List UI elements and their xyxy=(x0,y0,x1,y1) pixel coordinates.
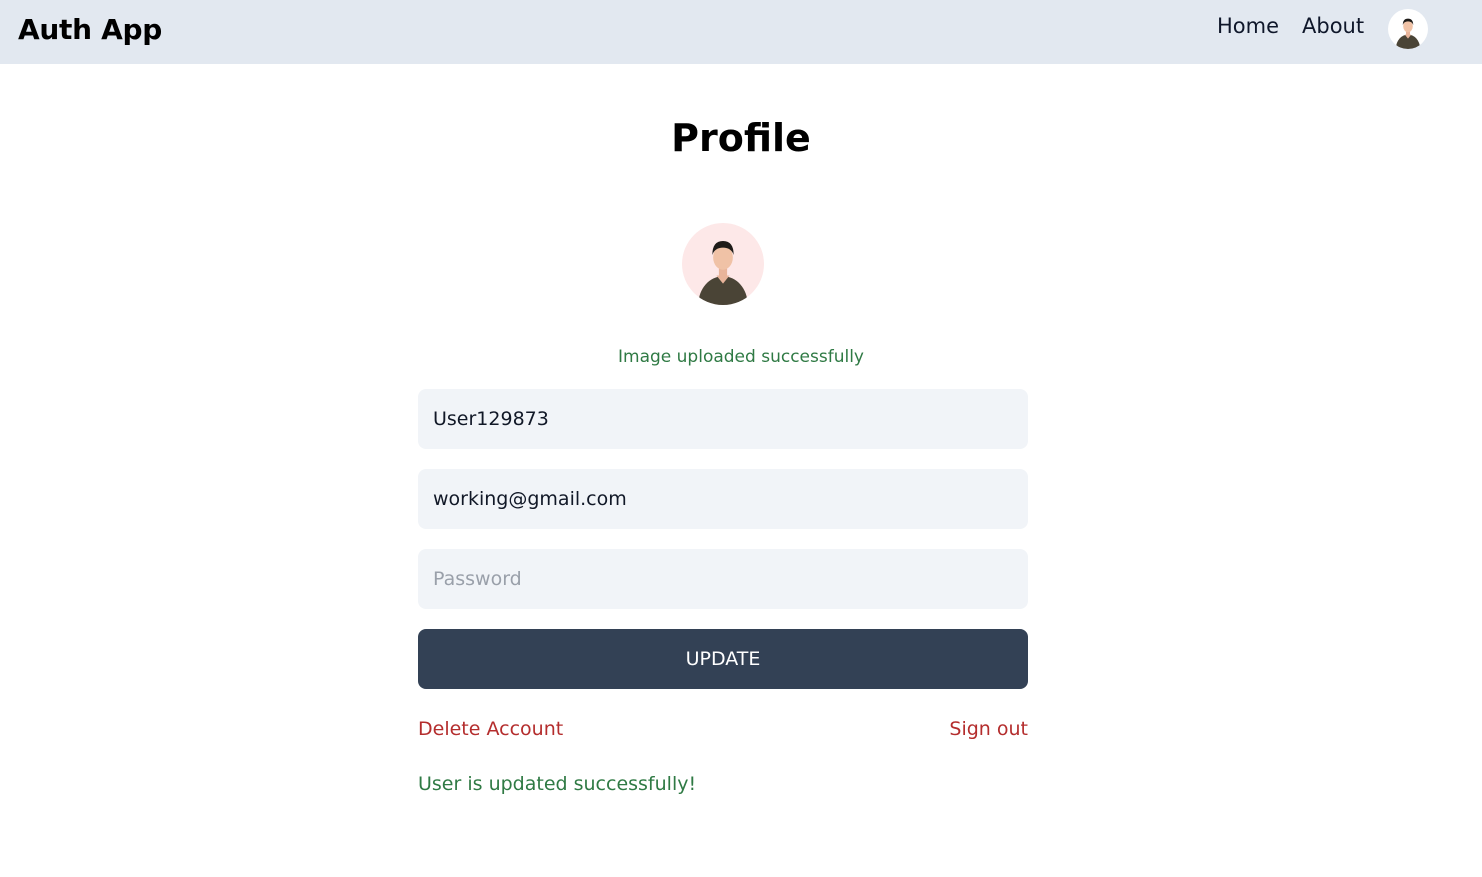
profile-avatar-upload[interactable] xyxy=(682,223,764,305)
sign-out-link[interactable]: Sign out xyxy=(949,718,1028,740)
password-input[interactable] xyxy=(418,549,1028,609)
brand-logo-text[interactable]: Auth App xyxy=(18,13,162,46)
delete-account-link[interactable]: Delete Account xyxy=(418,718,563,740)
user-avatar-icon xyxy=(1396,18,1420,49)
nav-avatar-icon[interactable] xyxy=(1388,9,1428,49)
email-input[interactable] xyxy=(418,469,1028,529)
nav-link-home[interactable]: Home xyxy=(1217,14,1279,38)
nav-link-about[interactable]: About xyxy=(1302,14,1364,38)
update-button[interactable]: UPDATE xyxy=(418,629,1028,689)
upload-status-message: Image uploaded successfully xyxy=(618,347,864,367)
navbar: Auth App Home About xyxy=(0,0,1482,64)
user-avatar-icon xyxy=(698,241,748,305)
username-input[interactable] xyxy=(418,389,1028,449)
update-success-message: User is updated successfully! xyxy=(418,773,697,795)
page-title: Profile xyxy=(671,116,811,160)
